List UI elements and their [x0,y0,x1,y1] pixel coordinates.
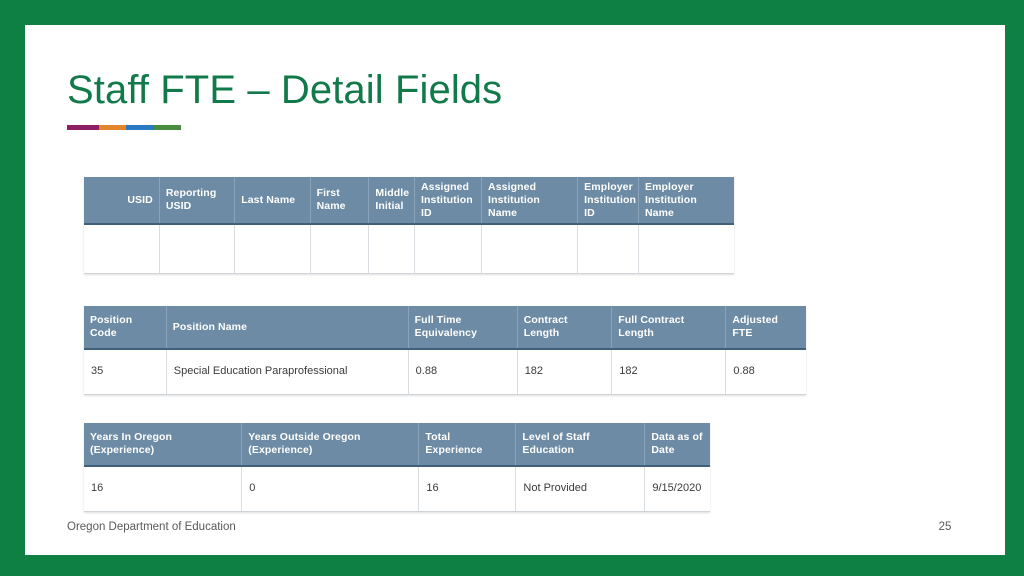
cell-assigned-institution-id [414,224,483,275]
cell-years-in-oregon: 16 [84,466,243,512]
column-header-employer-institution-name: Employer Institution Name [638,177,734,226]
column-header-reporting-usid: Reporting USID [159,177,236,226]
table-position-detail: Position Code Position Name Full Time Eq… [84,306,806,395]
cell-employer-institution-id [577,224,639,275]
cell-reporting-usid [159,224,236,275]
footer-page-number: 25 [938,521,952,533]
slide-content-card: Staff FTE – Detail Fields USID Reporting… [25,25,1005,555]
cell-last-name [234,224,311,275]
cell-full-time-equivalency: 0.88 [408,349,518,395]
cell-full-contract-length: 182 [611,349,727,395]
column-header-total-experience: Total Experience [418,423,517,467]
cell-adjusted-fte: 0.88 [725,349,806,395]
cell-assigned-institution-name [481,224,579,275]
accent-segment-blue [126,125,154,130]
table-row: 35 Special Education Paraprofessional 0.… [84,349,806,395]
title-accent-bar [67,125,181,130]
column-header-usid: USID [84,177,160,226]
column-header-level-of-staff-education: Level of Staff Education [515,423,646,467]
accent-segment-purple [67,125,99,130]
column-header-position-name: Position Name [166,306,409,350]
table-row [84,224,734,275]
column-header-assigned-institution-id: Assigned Institution ID [414,177,483,226]
cell-first-name [310,224,370,275]
cell-employer-institution-name [638,224,734,275]
cell-data-as-of-date: 9/15/2020 [644,466,710,512]
column-header-years-outside-oregon: Years Outside Oregon (Experience) [241,423,420,467]
table-staff-identity: USID Reporting USID Last Name First Name… [84,177,734,275]
table-header-row: Position Code Position Name Full Time Eq… [84,306,806,350]
column-header-adjusted-fte: Adjusted FTE [725,306,806,350]
column-header-employer-institution-id: Employer Institution ID [577,177,639,226]
cell-usid [84,224,160,275]
cell-position-code: 35 [84,349,167,395]
cell-middle-initial [368,224,415,275]
slide-frame: Staff FTE – Detail Fields USID Reporting… [0,0,1024,576]
page-title: Staff FTE – Detail Fields [67,68,503,112]
column-header-data-as-of-date: Data as of Date [644,423,710,467]
cell-position-name: Special Education Paraprofessional [166,349,409,395]
column-header-assigned-institution-name: Assigned Institution Name [481,177,579,226]
accent-segment-orange [98,125,127,130]
cell-level-of-staff-education: Not Provided [515,466,646,512]
column-header-middle-initial: Middle Initial [368,177,415,226]
table-header-row: Years In Oregon (Experience) Years Outsi… [84,423,710,467]
column-header-full-time-equivalency: Full Time Equivalency [408,306,518,350]
cell-contract-length: 182 [517,349,613,395]
footer-organization: Oregon Department of Education [67,521,236,533]
cell-total-experience: 16 [418,466,517,512]
table-header-row: USID Reporting USID Last Name First Name… [84,177,734,226]
column-header-years-in-oregon: Years In Oregon (Experience) [84,423,243,467]
accent-segment-green [153,125,181,130]
column-header-first-name: First Name [310,177,370,226]
column-header-contract-length: Contract Length [517,306,613,350]
table-experience-detail: Years In Oregon (Experience) Years Outsi… [84,423,710,512]
column-header-last-name: Last Name [234,177,311,226]
column-header-position-code: Position Code [84,306,167,350]
column-header-full-contract-length: Full Contract Length [611,306,727,350]
table-row: 16 0 16 Not Provided 9/15/2020 [84,466,710,512]
cell-years-outside-oregon: 0 [241,466,420,512]
